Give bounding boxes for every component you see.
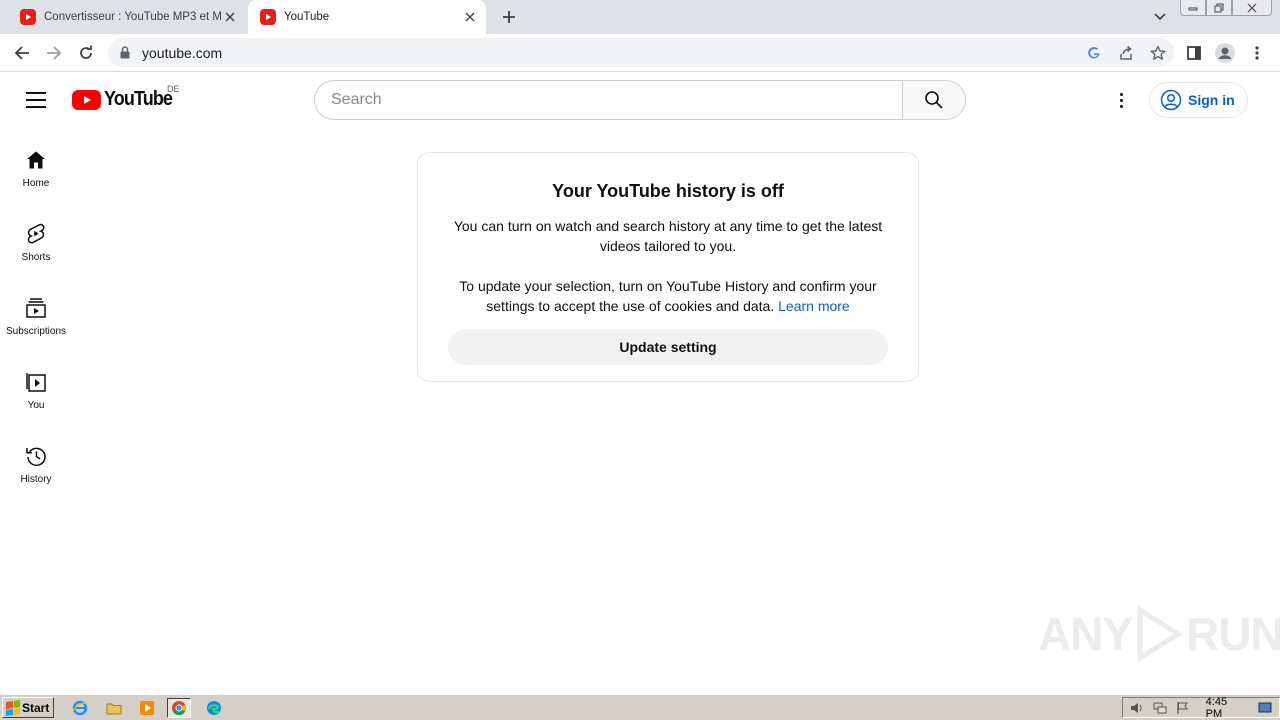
action-center-flag-icon[interactable] [1175, 700, 1192, 716]
card-paragraph-1: You can turn on watch and search history… [453, 218, 883, 254]
sign-in-button[interactable]: Sign in [1149, 82, 1248, 118]
network-icon[interactable] [1152, 700, 1169, 716]
tab-search-chevron-down-icon[interactable] [1150, 8, 1170, 26]
google-lens-g-icon[interactable] [1078, 38, 1110, 67]
guide-label: Shorts [21, 252, 51, 263]
restore-icon[interactable] [1206, 0, 1232, 16]
file-explorer-icon[interactable] [102, 698, 126, 718]
chrome-menu-kebab-icon[interactable] [1245, 41, 1269, 65]
anyrun-watermark: ANY RUN [1038, 606, 1280, 662]
guide-item-subscriptions[interactable]: Subscriptions [0, 276, 72, 350]
youtube-masthead: YouTube DE Sign in [0, 72, 1280, 128]
search-box[interactable] [314, 80, 903, 120]
address-bar[interactable]: youtube.com [108, 38, 1174, 67]
search-icon [925, 91, 943, 109]
start-button[interactable]: Start [2, 697, 54, 718]
guide-label: You [27, 400, 45, 411]
tab-close-icon[interactable] [462, 9, 478, 25]
guide-label: Subscriptions [5, 326, 67, 337]
volume-icon[interactable] [1129, 700, 1146, 716]
tab-title: YouTube [284, 11, 330, 23]
profile-avatar-icon[interactable] [1213, 41, 1237, 65]
guide-item-history[interactable]: History [0, 424, 72, 498]
youtube-logo[interactable]: YouTube DE [72, 84, 180, 111]
side-panel-icon[interactable] [1182, 41, 1206, 65]
mini-guide: Home Shorts Subscriptions You History [0, 128, 72, 498]
tab-close-icon[interactable] [222, 9, 238, 25]
settings-kebab-icon[interactable] [1109, 88, 1133, 112]
hamburger-menu-icon[interactable] [24, 88, 48, 112]
guide-label: Home [22, 178, 50, 189]
system-tray: 4:45 PM [1122, 695, 1280, 720]
you-icon [24, 370, 48, 394]
shorts-icon [24, 222, 48, 246]
browser-toolbar: youtube.com [0, 34, 1280, 72]
home-icon [24, 148, 48, 172]
url-text[interactable]: youtube.com [142, 45, 1078, 61]
guide-item-home[interactable]: Home [0, 128, 72, 202]
history-off-card: Your YouTube history is off You can turn… [417, 152, 919, 382]
share-icon[interactable] [1110, 38, 1142, 67]
new-tab-plus-icon[interactable] [498, 7, 520, 27]
show-desktop-icon[interactable] [1256, 700, 1273, 716]
reload-icon[interactable] [74, 41, 98, 65]
media-player-icon[interactable] [135, 698, 159, 718]
logo-wordmark: YouTube [104, 88, 173, 110]
watermark-play-icon [1137, 606, 1183, 662]
forward-arrow-icon[interactable] [42, 41, 66, 65]
guide-item-you[interactable]: You [0, 350, 72, 424]
subscriptions-icon [24, 296, 48, 320]
tab-converter[interactable]: Convertisseur : YouTube MP3 et MP4 [8, 0, 246, 34]
country-code: DE [167, 84, 180, 94]
guide-item-shorts[interactable]: Shorts [0, 202, 72, 276]
internet-explorer-icon[interactable] [68, 698, 92, 718]
search-button[interactable] [902, 80, 966, 120]
search-input[interactable] [331, 91, 902, 109]
bookmark-star-icon[interactable] [1142, 38, 1174, 67]
chrome-taskbar-icon[interactable] [167, 698, 191, 718]
watermark-right: RUN [1186, 608, 1280, 660]
clock: 4:45 PM [1205, 695, 1228, 720]
back-arrow-icon[interactable] [10, 41, 34, 65]
windows-flag-icon [6, 699, 20, 716]
start-label: Start [22, 700, 50, 715]
history-icon [24, 444, 48, 468]
youtube-favicon-icon [20, 9, 36, 25]
close-window-icon[interactable] [1232, 0, 1272, 16]
card-paragraph-2: To update your selection, turn on YouTub… [448, 276, 888, 316]
edge-icon[interactable] [202, 698, 226, 718]
lock-icon[interactable] [120, 46, 132, 60]
sign-in-label: Sign in [1188, 92, 1235, 108]
minimize-icon[interactable] [1180, 0, 1206, 16]
guide-label: History [20, 474, 52, 485]
tab-youtube[interactable]: YouTube [248, 0, 486, 34]
update-setting-button[interactable]: Update setting [448, 329, 888, 365]
window-controls [1180, 0, 1272, 16]
tab-title: Convertisseur : YouTube MP3 et MP4 [44, 11, 222, 23]
watermark-left: ANY [1038, 608, 1133, 660]
windows-taskbar: Start 4:45 PM [0, 694, 1280, 720]
browser-tab-strip: Convertisseur : YouTube MP3 et MP4 YouTu… [0, 0, 1280, 34]
card-title: Your YouTube history is off [552, 181, 784, 201]
youtube-play-logo-icon [72, 89, 101, 110]
youtube-favicon-icon [260, 9, 276, 25]
account-circle-icon [1160, 89, 1182, 111]
learn-more-link[interactable]: Learn more [778, 298, 850, 314]
